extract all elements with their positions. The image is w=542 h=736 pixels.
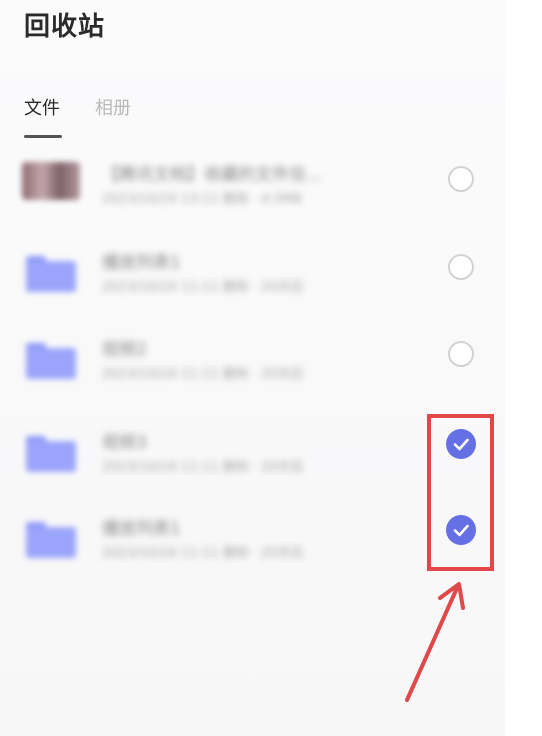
folder-icon (26, 436, 76, 472)
item-meta: 2023/10/24 11:11 删除 · 20天后 (102, 460, 304, 475)
annotation-highlight-box (427, 414, 494, 571)
folder-icon (26, 522, 76, 558)
tab-album[interactable]: 相册 (95, 94, 131, 120)
folder-icon (26, 256, 76, 292)
list-item[interactable]: 视频2 2023/10/24 11:11 删除 · 20天后 (0, 315, 505, 403)
item-name: 播放列表1 (102, 253, 181, 273)
item-name: 【腾讯文档】收藏的文件信... (102, 165, 323, 185)
page-title: 回收站 (24, 12, 106, 42)
active-tab-indicator (24, 135, 62, 138)
list-item[interactable]: 【腾讯文档】收藏的文件信... 2023/10/24 13:11 删除 · 4.… (0, 140, 505, 228)
list-item[interactable]: 播放列表1 2023/10/24 11:11 删除 · 20天后 (0, 228, 505, 316)
item-name: 播放列表1 (102, 519, 181, 539)
image-thumbnail-icon (22, 162, 80, 200)
select-checkbox[interactable] (448, 254, 474, 280)
background-margin (505, 0, 542, 736)
item-meta: 2023/10/24 13:11 删除 · 4.5MB (102, 192, 302, 207)
item-name: 视频3 (102, 433, 147, 453)
item-name: 视频2 (102, 340, 147, 360)
item-meta: 2023/10/24 11:11 删除 · 20天后 (102, 546, 304, 561)
item-meta: 2023/10/24 11:11 删除 · 20天后 (102, 367, 304, 382)
select-checkbox[interactable] (448, 341, 474, 367)
item-meta: 2023/10/24 11:11 删除 · 20天后 (102, 280, 304, 295)
select-checkbox[interactable] (448, 166, 474, 192)
folder-icon (26, 343, 76, 379)
annotation-arrow-icon (405, 582, 465, 702)
tab-files[interactable]: 文件 (24, 94, 60, 120)
